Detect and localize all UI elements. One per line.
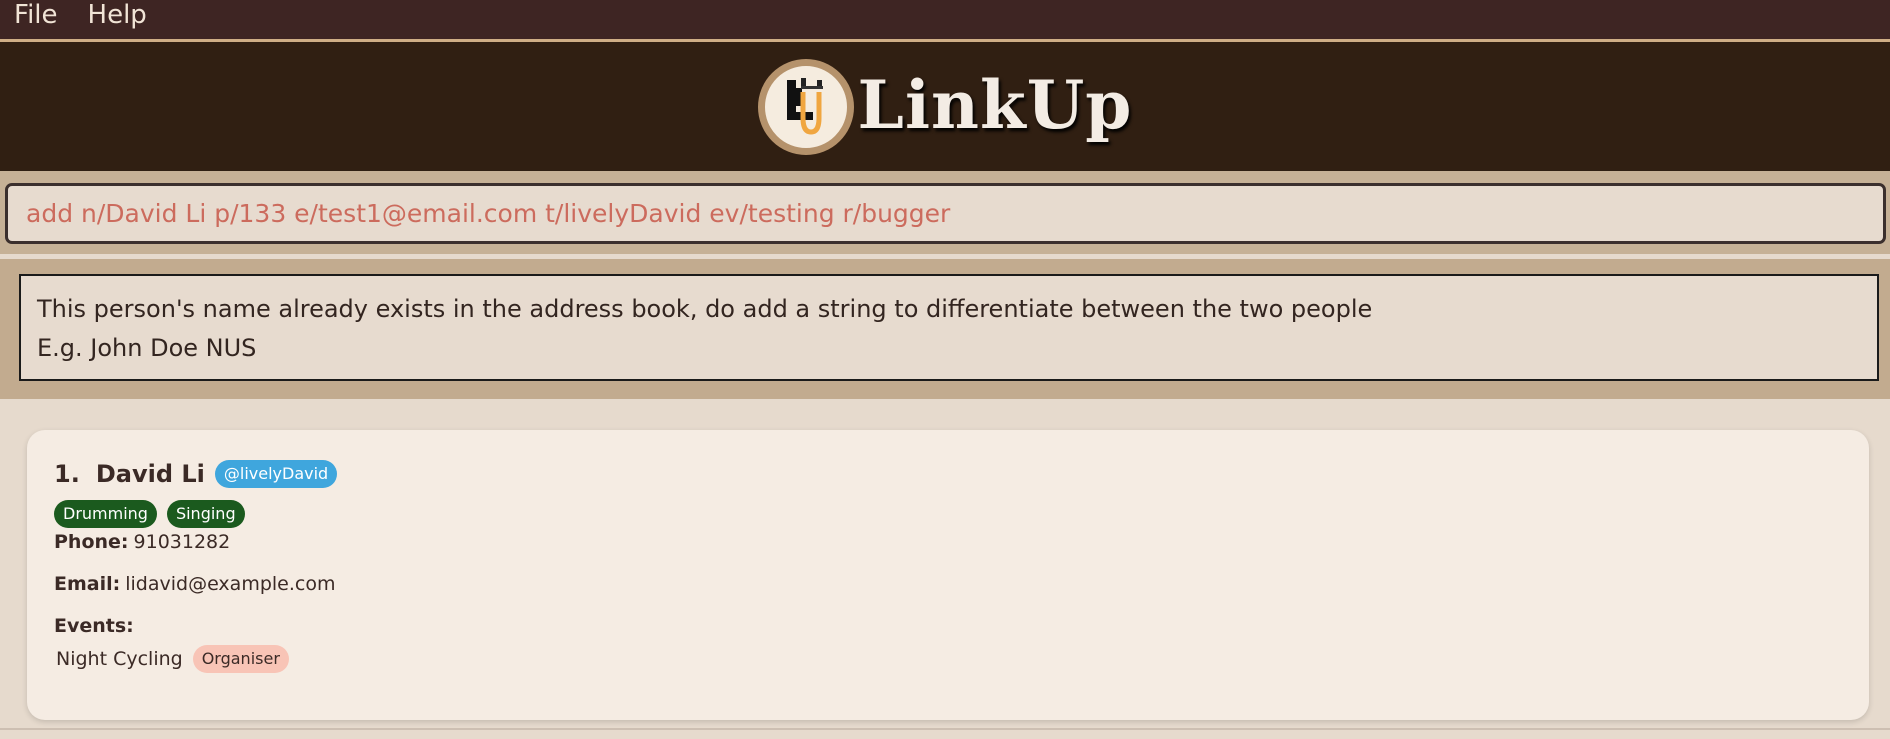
person-list[interactable]: 1. David Li @livelyDavid Drumming Singin… (0, 405, 1890, 739)
result-line-2: E.g. John Doe NUS (37, 334, 257, 362)
person-name-row: 1. David Li @livelyDavid (54, 455, 1869, 493)
events-label: Events: (54, 615, 134, 637)
command-input[interactable] (5, 183, 1886, 244)
role-badge: Organiser (192, 645, 289, 673)
result-line-1: This person's name already exists in the… (37, 295, 1373, 323)
person-card[interactable]: 1. David Li @livelyDavid Drumming Singin… (27, 430, 1869, 720)
email-label: Email: (54, 573, 121, 595)
phone-value: 91031282 (133, 531, 231, 553)
person-index: 1. (54, 460, 80, 488)
app-header: LinkUp (0, 42, 1890, 171)
handle-badge: @livelyDavid (214, 460, 338, 488)
menu-bar: File Help (0, 0, 1890, 42)
menu-file[interactable]: File (14, 2, 58, 28)
tag-badge: Singing (166, 500, 245, 528)
tag-list: Drumming Singing (54, 500, 1869, 528)
logo-mark-icon (786, 77, 823, 135)
menu-help[interactable]: Help (88, 2, 147, 28)
tag-badge: Drumming (54, 500, 157, 528)
event-name: Night Cycling (56, 648, 183, 670)
command-box-container (0, 171, 1890, 254)
linkup-logo-icon (757, 58, 854, 155)
result-display[interactable]: This person's name already exists in the… (19, 274, 1879, 381)
app-title: LinkUp (857, 65, 1133, 144)
email-field: Email: lidavid@example.com (54, 573, 1869, 595)
event-item: Night Cycling Organiser (56, 645, 1869, 673)
person-name: David Li (95, 460, 205, 488)
phone-field: Phone: 91031282 (54, 531, 1869, 553)
phone-label: Phone: (54, 531, 129, 553)
result-display-container: This person's name already exists in the… (0, 259, 1890, 399)
list-divider (0, 728, 1890, 730)
email-value: lidavid@example.com (125, 573, 336, 595)
